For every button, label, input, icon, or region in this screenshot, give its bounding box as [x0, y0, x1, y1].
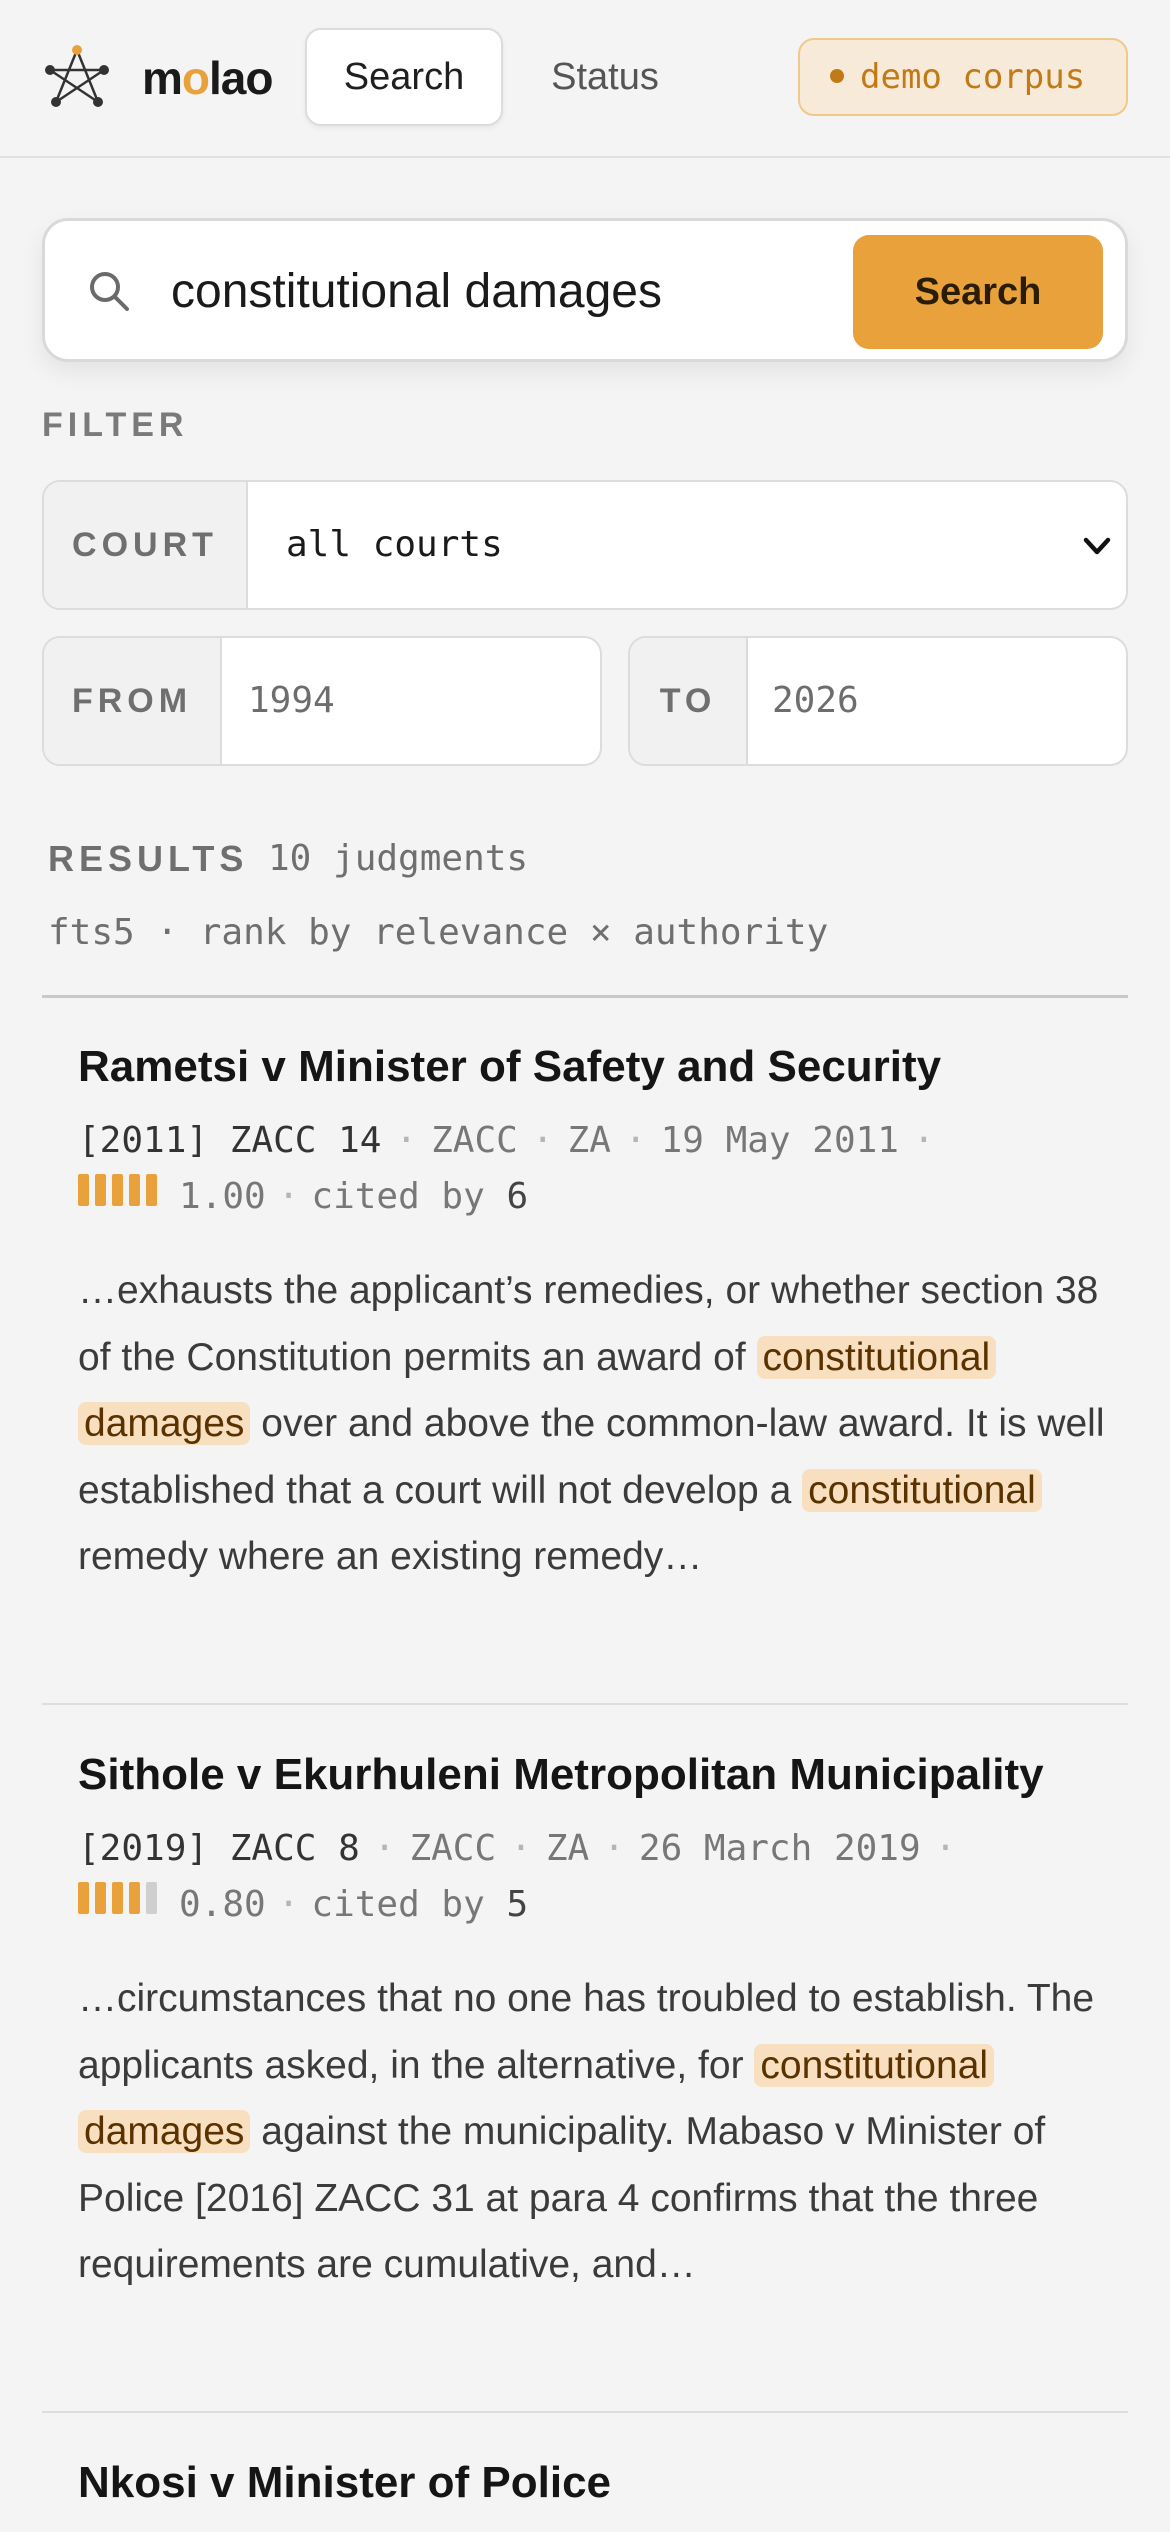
separator: ·: [510, 1828, 532, 1869]
court-code: ZACC: [431, 1120, 518, 1161]
court-value[interactable]: all courts: [286, 482, 503, 608]
result-title[interactable]: Nkosi v Minister of Police: [78, 2458, 611, 2508]
judgment-date: 19 May 2011: [660, 1120, 899, 1161]
tab-status[interactable]: Status: [520, 28, 690, 126]
authority-bars-icon: [78, 1881, 163, 1923]
cited-by-count: 6: [506, 1176, 529, 1217]
results-count: 10 judgments: [268, 838, 529, 879]
from-year-field[interactable]: FROM 1994: [42, 636, 602, 766]
result-meta: [2019] ZACC 8 · ZACC · ZA · 26 March 2019 ·: [78, 1828, 970, 1869]
snippet-text: remedy where an existing remedy…: [78, 1535, 703, 1578]
from-label: FROM: [44, 638, 222, 764]
cited-by-label: cited by: [311, 1884, 485, 1925]
authority-bars-icon: [78, 1173, 163, 1215]
chevron-down-icon[interactable]: [1080, 529, 1114, 563]
to-year-input[interactable]: 2026: [772, 638, 859, 764]
court-label: COURT: [44, 482, 248, 608]
corpus-badge-label: demo corpus: [860, 57, 1086, 97]
result-item: Nkosi v Minister of Police: [42, 2458, 1128, 2532]
separator: ·: [531, 1120, 554, 1161]
result-meta: [2011] ZACC 14 · ZACC · ZA · 19 May 2011 ·: [78, 1120, 949, 1161]
jurisdiction: ZA: [545, 1828, 590, 1869]
jurisdiction: ZA: [567, 1120, 611, 1161]
separator: ·: [277, 1884, 300, 1925]
judgment-date: 26 March 2019: [638, 1828, 921, 1869]
corpus-badge: demo corpus: [798, 38, 1128, 116]
to-label: TO: [630, 638, 748, 764]
separator: ·: [395, 1120, 418, 1161]
separator: ·: [934, 1828, 957, 1869]
divider: [42, 995, 1128, 998]
result-title[interactable]: Rametsi v Minister of Safety and Securit…: [78, 1042, 941, 1092]
result-authority: 1.00 · cited by 6: [78, 1173, 529, 1219]
match-highlight: constitutional: [754, 2043, 995, 2087]
match-highlight: damages: [78, 2110, 251, 2153]
brand-accent: o: [181, 52, 210, 104]
search-input[interactable]: [171, 253, 811, 329]
match-highlight: damages: [78, 1402, 251, 1445]
status-dot-icon: [830, 68, 844, 83]
match-highlight: constitutional: [756, 1335, 997, 1379]
court-code: ZACC: [409, 1828, 497, 1869]
separator: ·: [277, 1176, 300, 1217]
result-snippet: …circumstances that no one has troubled …: [78, 1966, 1128, 2299]
divider: [42, 1703, 1128, 1705]
cited-by-label: cited by: [311, 1176, 485, 1217]
search-button[interactable]: Search: [853, 235, 1103, 349]
from-year-input[interactable]: 1994: [248, 638, 335, 764]
search-icon: [90, 272, 129, 311]
result-snippet: …exhausts the applicant’s remedies, or w…: [78, 1258, 1128, 1591]
authority-score: 1.00: [179, 1176, 266, 1217]
divider: [42, 2411, 1128, 2413]
authority-score: 0.80: [179, 1884, 266, 1925]
brand-part: lao: [209, 52, 273, 104]
search-bar: Search: [42, 218, 1128, 362]
ranking-info: fts5 · rank by relevance × authority: [48, 912, 829, 953]
brand-part: m: [142, 52, 183, 104]
citation: [2019] ZACC 8: [78, 1828, 360, 1869]
to-year-field[interactable]: TO 2026: [628, 636, 1128, 766]
citation: [2011] ZACC 14: [78, 1120, 382, 1161]
cited-by-count: 5: [506, 1884, 529, 1925]
network-star-logo-icon[interactable]: [44, 44, 110, 110]
results-heading: RESULTS: [48, 838, 249, 879]
separator: ·: [603, 1828, 625, 1869]
separator: ·: [624, 1120, 647, 1161]
separator: ·: [373, 1828, 396, 1869]
result-authority: 0.80 · cited by 5: [78, 1881, 529, 1927]
result-title[interactable]: Sithole v Ekurhuleni Metropolitan Munici…: [78, 1750, 1044, 1800]
tab-search[interactable]: Search: [305, 28, 503, 126]
filter-heading: FILTER: [42, 406, 189, 444]
result-item: Rametsi v Minister of Safety and Securit…: [42, 1042, 1128, 1662]
court-select[interactable]: COURT all courts: [42, 480, 1128, 610]
separator: ·: [912, 1120, 935, 1161]
brand-wordmark[interactable]: molao: [142, 46, 273, 110]
top-bar: molao Search Status demo corpus: [0, 0, 1170, 158]
result-item: Sithole v Ekurhuleni Metropolitan Munici…: [42, 1750, 1128, 2370]
match-highlight: constitutional: [802, 1468, 1042, 1512]
